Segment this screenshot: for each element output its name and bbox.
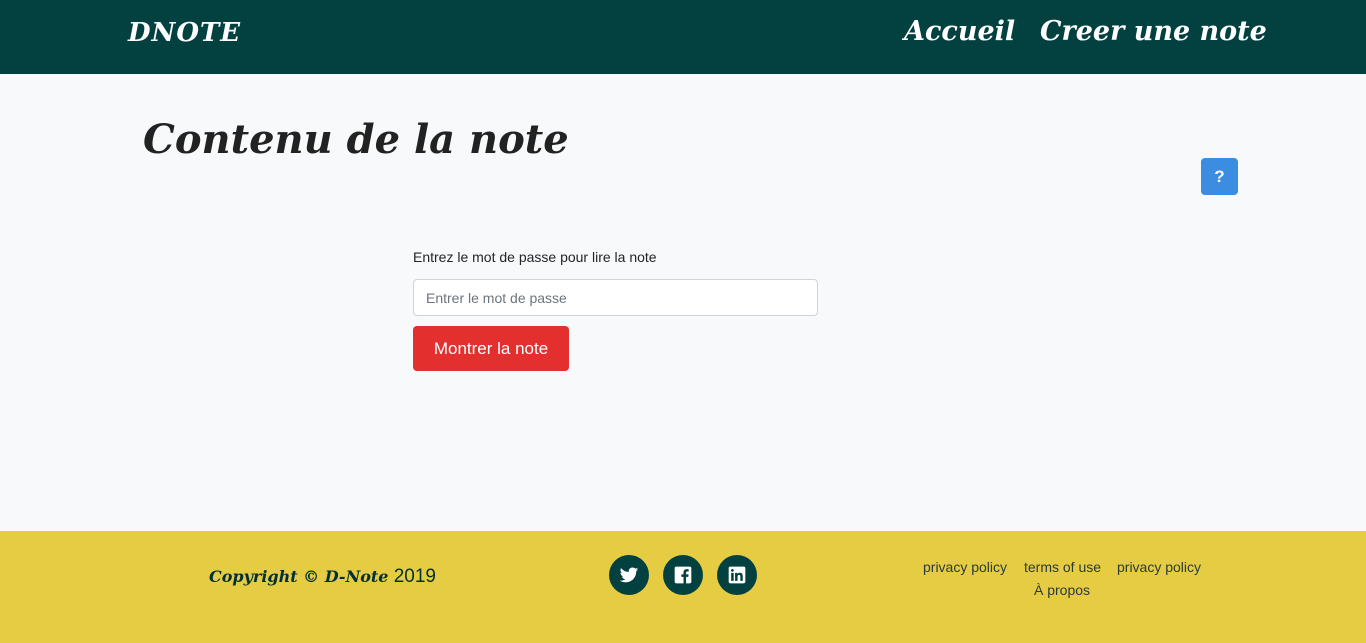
footer-link-privacy-policy-2[interactable]: privacy policy xyxy=(1117,559,1201,575)
show-note-button[interactable]: Montrer la note xyxy=(413,326,569,371)
help-button[interactable]: ? xyxy=(1201,158,1238,195)
copyright-year: 2019 xyxy=(393,566,436,587)
facebook-link[interactable] xyxy=(663,555,703,595)
twitter-icon xyxy=(619,567,639,583)
facebook-icon xyxy=(674,566,692,584)
nav-link-accueil[interactable]: Accueil xyxy=(904,16,1015,47)
footer-link-terms-of-use[interactable]: terms of use xyxy=(1024,559,1101,575)
twitter-link[interactable] xyxy=(609,555,649,595)
footer-link-privacy-policy[interactable]: privacy policy xyxy=(923,559,1007,575)
linkedin-icon xyxy=(728,566,746,584)
top-navbar: DNOTE Accueil Creer une note xyxy=(0,0,1366,74)
copyright-text: Copyright © D-Note 2019 xyxy=(209,566,436,588)
page-title: Contenu de la note xyxy=(143,116,569,163)
footer: Copyright © D-Note 2019 privacy policy t… xyxy=(0,531,1366,643)
password-label: Entrez le mot de passe pour lire la note xyxy=(413,249,657,265)
password-input[interactable] xyxy=(413,279,818,316)
nav-link-creer-note[interactable]: Creer une note xyxy=(1040,16,1267,47)
copyright-prefix: Copyright © D-Note xyxy=(209,567,389,586)
brand-logo[interactable]: DNOTE xyxy=(128,18,241,48)
linkedin-link[interactable] xyxy=(717,555,757,595)
footer-link-a-propos[interactable]: À propos xyxy=(1034,582,1090,598)
